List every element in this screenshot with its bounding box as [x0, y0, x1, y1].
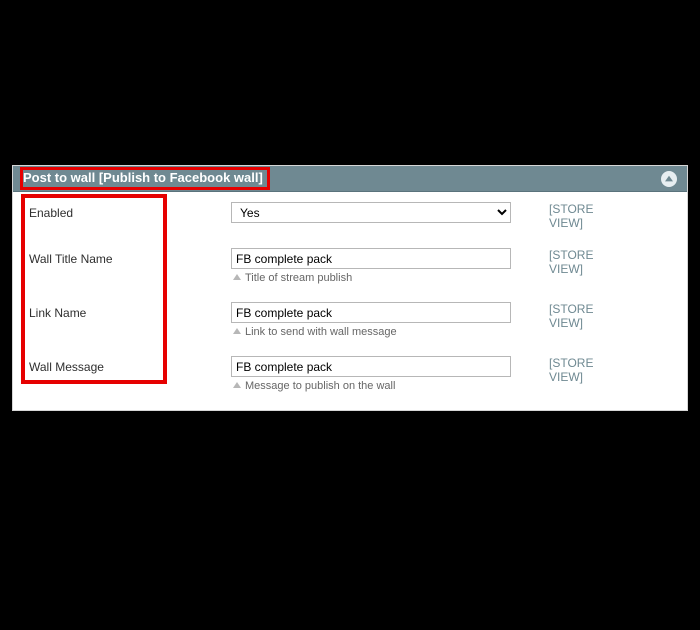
- row-wall-message: Wall Message Message to publish on the w…: [21, 356, 679, 392]
- section-title: Post to wall [Publish to Facebook wall]: [20, 167, 270, 190]
- row-enabled: Enabled Yes [STORE VIEW]: [21, 202, 679, 230]
- link-name-input[interactable]: [231, 302, 511, 323]
- scope-wall-message: [STORE VIEW]: [521, 356, 593, 384]
- collapse-icon[interactable]: [661, 171, 677, 187]
- scope-wall-title: [STORE VIEW]: [521, 248, 593, 276]
- label-enabled: Enabled: [21, 202, 231, 220]
- note-wall-title: Title of stream publish: [231, 272, 521, 284]
- triangle-icon: [233, 382, 241, 388]
- scope-link-name: [STORE VIEW]: [521, 302, 593, 330]
- triangle-icon: [233, 274, 241, 280]
- config-panel: Post to wall [Publish to Facebook wall] …: [12, 165, 688, 411]
- label-wall-title: Wall Title Name: [21, 248, 231, 266]
- row-wall-title: Wall Title Name Title of stream publish …: [21, 248, 679, 284]
- section-header[interactable]: Post to wall [Publish to Facebook wall]: [13, 166, 687, 192]
- triangle-icon: [233, 328, 241, 334]
- wall-title-input[interactable]: [231, 248, 511, 269]
- note-link-name: Link to send with wall message: [231, 326, 521, 338]
- enabled-select[interactable]: Yes: [231, 202, 511, 223]
- note-wall-message: Message to publish on the wall: [231, 380, 521, 392]
- fieldset: Enabled Yes [STORE VIEW] Wall Title Name…: [13, 192, 687, 410]
- scope-enabled: [STORE VIEW]: [521, 202, 593, 230]
- label-link-name: Link Name: [21, 302, 231, 320]
- label-wall-message: Wall Message: [21, 356, 231, 374]
- wall-message-input[interactable]: [231, 356, 511, 377]
- row-link-name: Link Name Link to send with wall message…: [21, 302, 679, 338]
